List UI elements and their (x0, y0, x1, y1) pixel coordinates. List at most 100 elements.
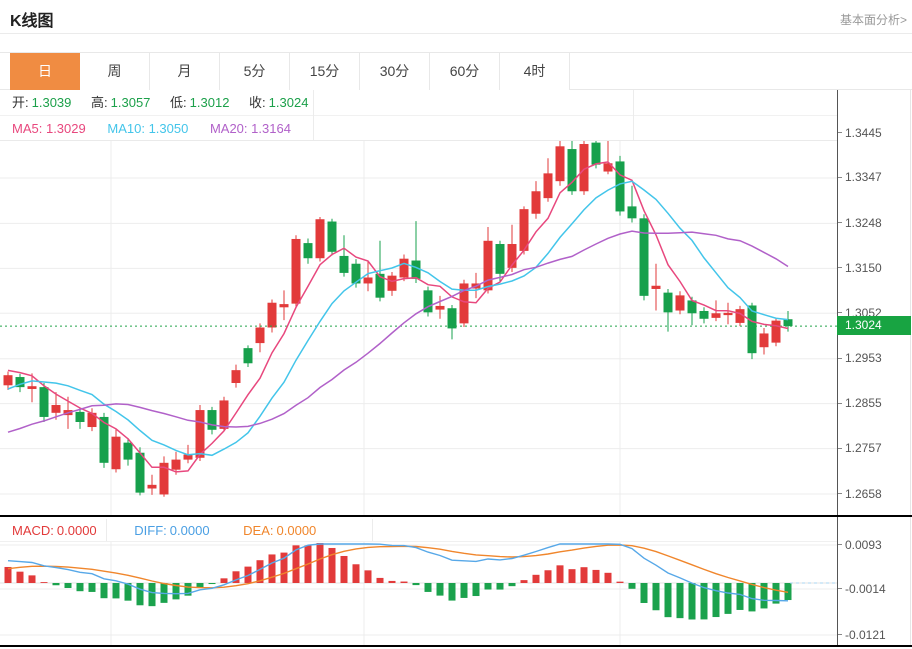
candle-up (556, 146, 565, 181)
price-tick-label: 1.2953 (837, 351, 882, 366)
bottom-separator (0, 645, 912, 647)
close-label: 收: (249, 95, 266, 110)
ma10-legend: MA10: 1.3050 (107, 121, 188, 136)
candle-up (724, 313, 733, 315)
candle-down (412, 261, 421, 279)
macd-bar (41, 582, 48, 583)
macd-bar (437, 583, 444, 596)
macd-row-divider (372, 519, 373, 541)
open-value: 1.3039 (32, 95, 72, 110)
macd-bar (497, 583, 504, 590)
ohlc-row: 开:1.3039 高:1.3057 低:1.3012 收:1.3024 (0, 90, 837, 116)
macd-bar (89, 583, 96, 592)
info-divider (313, 90, 314, 140)
candle-down (628, 206, 637, 218)
macd-bar (533, 575, 540, 583)
macd-bar (557, 565, 564, 583)
low-label: 低: (170, 95, 187, 110)
candle-up (484, 241, 493, 291)
tab-60min[interactable]: 60分 (430, 53, 500, 90)
macd-bar (581, 567, 588, 583)
candle-down (244, 348, 253, 363)
macd-bar (341, 556, 348, 583)
macd-tick-label: -0.0014 (837, 581, 886, 596)
candle-up (772, 321, 781, 343)
candle-up (52, 405, 61, 413)
macd-bar (605, 573, 612, 583)
macd-bar (653, 583, 660, 610)
candle-up (232, 370, 241, 383)
macd-legend: MACD:0.0000 (12, 523, 97, 538)
panel-separator (0, 515, 912, 517)
candle-up (220, 400, 229, 428)
candle-up (292, 239, 301, 304)
candle-up (280, 304, 289, 307)
macd-bar (65, 583, 72, 588)
macd-bar (569, 569, 576, 583)
fundamental-analysis-link[interactable]: 基本面分析> (840, 11, 907, 28)
macd-bar (329, 548, 336, 583)
macd-bar (353, 564, 360, 583)
price-tick-label: 1.2757 (837, 441, 882, 456)
candle-up (4, 375, 13, 385)
candle-up (148, 485, 157, 489)
candle-down (76, 412, 85, 422)
candlestick-chart[interactable] (0, 120, 837, 517)
macd-bar (509, 583, 516, 586)
candle-down (640, 218, 649, 296)
ma-row: MA5: 1.3029 MA10: 1.3050 MA20: 1.3164 (0, 116, 837, 141)
price-tick-label: 1.2658 (837, 486, 882, 501)
candle-up (436, 306, 445, 310)
macd-bar (365, 570, 372, 583)
candle-down (340, 256, 349, 273)
ma5-legend: MA5: 1.3029 (12, 121, 86, 136)
tab-week[interactable]: 周 (80, 53, 150, 90)
macd-legend-row: MACD:0.0000 DIFF:0.0000 DEA:0.0000 (0, 519, 837, 542)
macd-bar (77, 583, 84, 591)
macd-chart[interactable] (0, 542, 837, 645)
candle-up (400, 259, 409, 278)
candle-up (364, 277, 373, 283)
open-label: 开: (12, 95, 29, 110)
candle-up (544, 173, 553, 198)
info-divider (633, 90, 634, 140)
candle-up (316, 219, 325, 258)
tab-5min[interactable]: 5分 (220, 53, 290, 90)
tab-4hour[interactable]: 4时 (500, 53, 570, 90)
ma10-line (8, 181, 788, 455)
tab-day[interactable]: 日 (10, 53, 80, 90)
macd-bar (737, 583, 744, 610)
candle-up (28, 386, 37, 389)
price-tick-label: 1.3347 (837, 170, 882, 185)
candle-up (532, 191, 541, 213)
macd-bar (593, 570, 600, 583)
macd-row-divider (106, 519, 107, 541)
candle-down (448, 308, 457, 328)
macd-bar (521, 580, 528, 583)
candle-down (136, 453, 145, 493)
macd-bar (29, 575, 36, 583)
tab-30min[interactable]: 30分 (360, 53, 430, 90)
macd-bar (269, 554, 276, 583)
price-tick-label: 1.3248 (837, 215, 882, 230)
macd-bar (545, 570, 552, 583)
macd-bar (113, 583, 120, 598)
candle-up (712, 313, 721, 318)
diff-legend: DIFF:0.0000 (134, 523, 209, 538)
macd-bar (197, 583, 204, 587)
candle-down (496, 244, 505, 274)
candle-up (388, 276, 397, 291)
candle-down (700, 311, 709, 319)
macd-bar (17, 572, 24, 583)
tab-15min[interactable]: 15分 (290, 53, 360, 90)
macd-bar (377, 578, 384, 583)
axis-line (837, 90, 838, 646)
macd-bar (401, 582, 408, 583)
tab-month[interactable]: 月 (150, 53, 220, 90)
candle-down (304, 243, 313, 258)
candle-down (664, 293, 673, 313)
low-value: 1.3012 (190, 95, 230, 110)
macd-tick-label: 0.0093 (837, 537, 882, 552)
macd-bar (617, 582, 624, 583)
macd-bar (425, 583, 432, 592)
